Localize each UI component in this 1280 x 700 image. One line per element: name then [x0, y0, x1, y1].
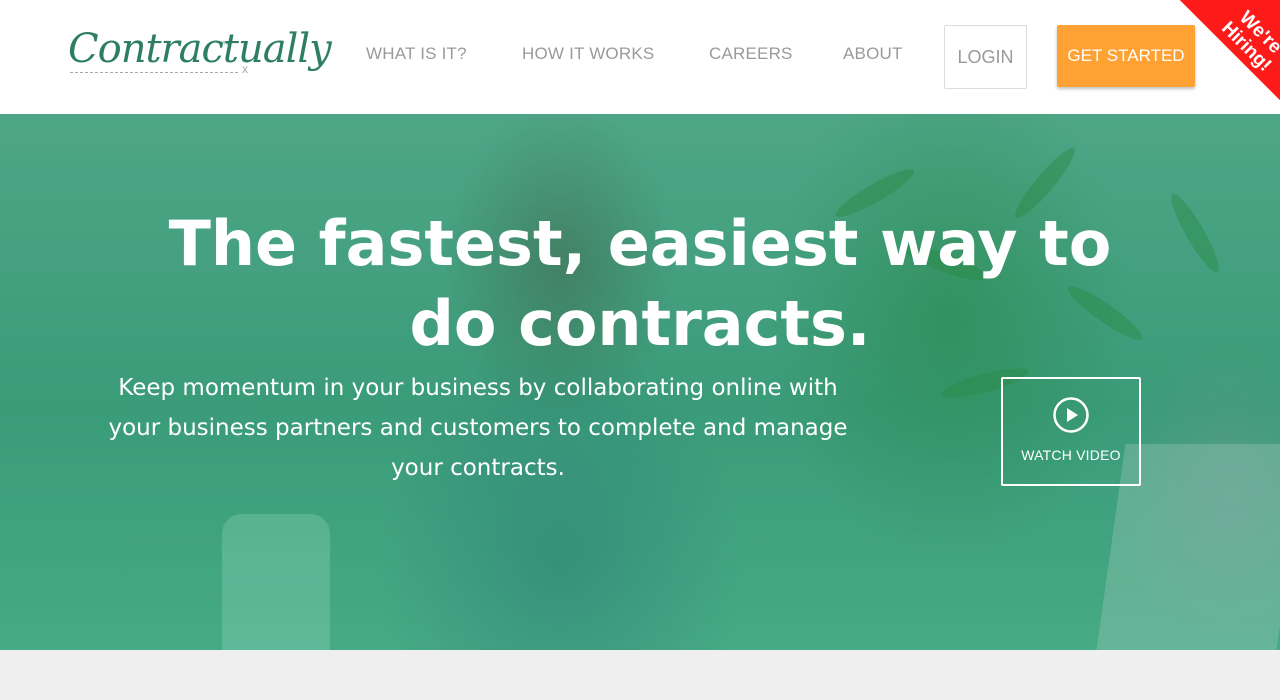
logo-trademark: ™	[222, 40, 230, 49]
nav-careers[interactable]: CAREERS	[709, 44, 793, 64]
site-header: Contractually ™ x WHAT IS IT? HOW IT WOR…	[0, 0, 1280, 114]
nav-about[interactable]: ABOUT	[843, 44, 903, 64]
nav-what-is-it[interactable]: WHAT IS IT?	[366, 44, 467, 64]
contractually-logo[interactable]: Contractually ™ x	[68, 26, 332, 90]
logo-wordmark: Contractually	[68, 26, 332, 72]
watch-video-button[interactable]: WATCH VIDEO	[1001, 377, 1141, 486]
nav-how-it-works[interactable]: HOW IT WORKS	[522, 44, 654, 64]
page-content-start	[0, 650, 1280, 700]
watch-video-label: WATCH VIDEO	[1021, 447, 1121, 463]
logo-signature-line	[70, 72, 238, 73]
hero-headline: The fastest, easiest way to do contracts…	[168, 207, 1112, 360]
hiring-ribbon[interactable]: We're Hiring!	[1180, 0, 1280, 100]
logo-signature-x: x	[242, 62, 248, 76]
login-button[interactable]: LOGIN	[944, 25, 1027, 89]
get-started-button[interactable]: GET STARTED	[1057, 25, 1195, 87]
hero-subtext: Keep momentum in your business by collab…	[108, 375, 848, 481]
play-circle-icon	[1053, 397, 1089, 433]
hero-section: The fastest, easiest way to do contracts…	[0, 114, 1280, 650]
